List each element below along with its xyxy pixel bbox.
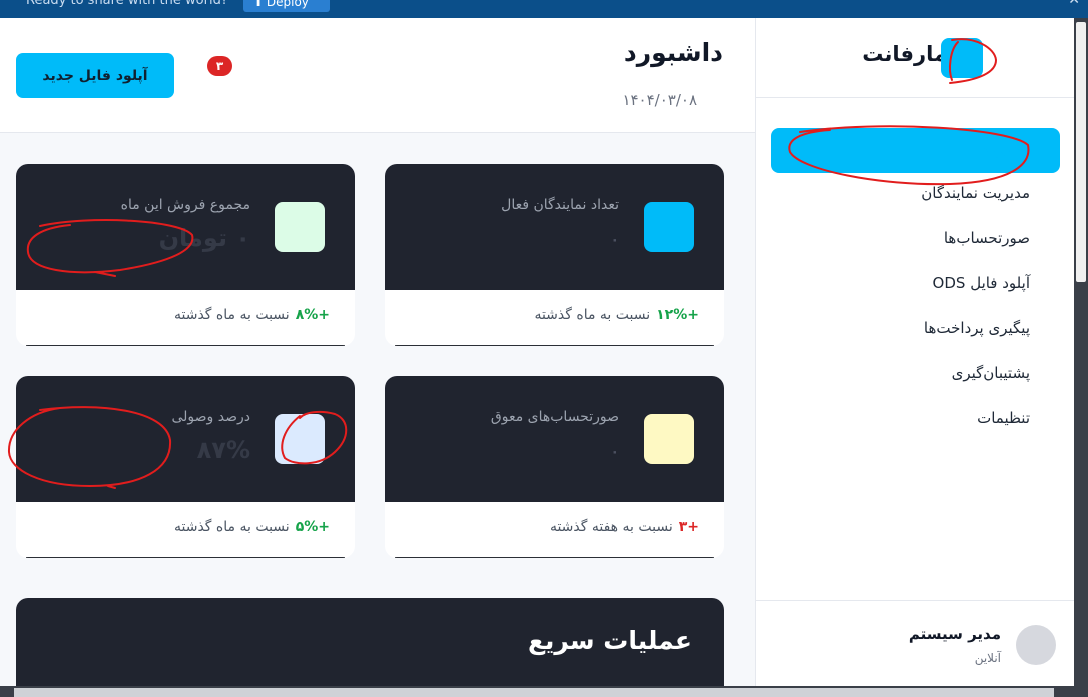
card-divider [26,557,345,558]
quick-actions-title: عملیات سریع [527,626,692,655]
sidebar-item-dashboard[interactable]: داشبورد [771,128,1060,173]
stat-change-text: نسبت به هفته گذشته [549,519,673,535]
notification-badge[interactable]: ۳ [207,56,232,76]
stat-change: +۸% نسبت به ماه گذشته [174,307,330,323]
deploy-label: Deploy [266,0,309,9]
page-date: ۱۴۰۴/۰۳/۰۸ [622,91,697,109]
stat-label: تعداد نمایندگان فعال [501,197,619,213]
user-profile[interactable]: مدیر سیستم آنلاین [756,600,1075,686]
sidebar-item-label: داشبورد [981,140,1031,158]
deploy-banner: Ready to share with the world? ⬆ Deploy … [0,0,1088,18]
stat-label: درصد وصولی [171,409,251,425]
close-icon[interactable]: ✕ [1068,0,1080,8]
deploy-button[interactable]: ⬆ Deploy [243,0,330,12]
stat-card-overdue-invoices: صورتحساب‌های معوق ۰ +۳ نسبت به هفته گذشته [385,376,724,558]
sidebar-item-upload-ods[interactable]: آپلود فایل ODS [933,274,1030,292]
sales-icon [275,202,325,252]
stat-change: +۳ نسبت به هفته گذشته [550,519,699,535]
stat-card-active-agents: تعداد نمایندگان فعال ۰ +۱۲% نسبت به ماه گ… [385,164,724,346]
stat-value: ۰ تومان [158,224,250,252]
sidebar-item-agents[interactable]: مدیریت نمایندگان [921,184,1030,202]
horizontal-scrollbar[interactable] [0,686,1088,697]
stat-label: صورتحساب‌های معوق [490,409,619,425]
overdue-invoice-icon [644,414,694,464]
stat-change-text: نسبت به ماه گذشته [534,307,651,323]
deploy-message: Ready to share with the world? [26,0,228,8]
stat-value: ۰ [610,444,619,460]
stat-change-text: نسبت به ماه گذشته [174,519,290,535]
sidebar-item-invoices[interactable]: صورتحساب‌ها [944,229,1030,247]
sidebar-item-backup[interactable]: پشتیبان‌گیری [952,364,1030,382]
sidebar-item-payments[interactable]: پیگیری پرداخت‌ها [924,319,1030,337]
user-name: مدیر سیستم [908,625,1001,643]
quick-actions-panel: عملیات سریع [16,598,724,686]
brand-logo-icon [941,38,983,78]
brand-name: مارفانت [862,42,947,66]
stat-change-pct: +۳ [678,519,699,535]
upload-new-file-button[interactable]: آپلود فایل جدید [16,53,174,98]
vertical-scrollbar[interactable] [1074,18,1088,686]
stat-change-text: نسبت به ماه گذشته [174,307,290,323]
stat-change: +۱۲% نسبت به ماه گذشته [534,307,699,323]
avatar [1016,625,1056,665]
card-divider [395,345,714,346]
page-title: داشبورد [623,38,723,67]
stat-value: ۸۷% [196,436,250,464]
user-status: آنلاین [974,651,1001,665]
sidebar: مارفانت داشبورد مدیریت نمایندگان صورتحسا… [755,18,1075,686]
scrollbar-thumb[interactable] [14,688,1054,697]
stat-card-monthly-sales: مجموع فروش این ماه ۰ تومان +۸% نسبت به ما… [16,164,355,346]
stat-change-pct: +۸% [295,307,330,323]
sidebar-item-settings[interactable]: تنظیمات [977,409,1030,427]
collection-rate-icon [275,414,325,464]
card-divider [395,557,714,558]
scrollbar-thumb[interactable] [1076,22,1086,282]
stat-change-pct: +۵% [295,519,330,535]
card-divider [26,345,345,346]
brand-header: مارفانت [756,18,1075,98]
stat-card-collection-rate: درصد وصولی ۸۷% +۵% نسبت به ماه گذشته [16,376,355,558]
page-header: داشبورد ۱۴۰۴/۰۳/۰۸ ۳ آپلود فایل جدید [0,18,755,133]
stat-change: +۵% نسبت به ماه گذشته [174,519,330,535]
stat-label: مجموع فروش این ماه [120,197,250,213]
stat-change-pct: +۱۲% [656,307,699,323]
main-content: داشبورد ۱۴۰۴/۰۳/۰۸ ۳ آپلود فایل جدید تعد… [0,18,755,686]
users-icon [644,202,694,252]
stat-value: ۰ [610,232,619,248]
